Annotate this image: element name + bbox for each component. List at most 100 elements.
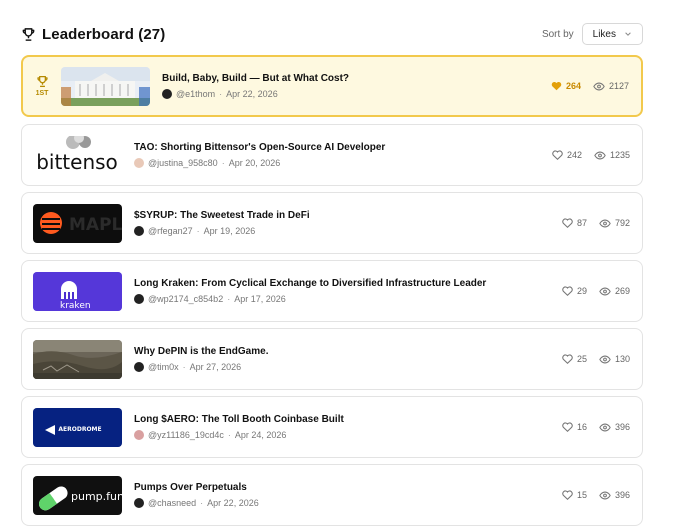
likes-stat[interactable]: 264 xyxy=(551,81,581,91)
views-count: 396 xyxy=(614,422,630,432)
leaderboard-header: Leaderboard (27) Sort by Likes xyxy=(21,22,643,46)
avatar[interactable] xyxy=(134,226,144,236)
chevron-down-icon xyxy=(624,30,632,38)
views-stat: 1235 xyxy=(594,150,630,160)
eye-icon xyxy=(593,82,605,91)
views-stat: 269 xyxy=(599,286,630,296)
thumb-text: kraken xyxy=(60,301,91,311)
likes-stat[interactable]: 25 xyxy=(562,354,587,364)
author-handle[interactable]: @e1thom xyxy=(176,89,215,99)
post-title[interactable]: $SYRUP: The Sweetest Trade in DeFi xyxy=(134,210,562,221)
post-date: Apr 22, 2026 xyxy=(207,498,259,508)
author-handle[interactable]: @chasneed xyxy=(148,498,196,508)
separator-dot: · xyxy=(182,362,186,372)
post-thumbnail: AERODROME xyxy=(33,407,122,447)
likes-stat[interactable]: 16 xyxy=(562,422,587,432)
views-count: 130 xyxy=(614,354,630,364)
post-title[interactable]: Long $AERO: The Toll Booth Coinbase Buil… xyxy=(134,414,562,425)
likes-count: 264 xyxy=(565,81,581,91)
post-thumbnail: kraken xyxy=(33,271,122,311)
sort-control: Sort by Likes xyxy=(542,23,643,45)
views-count: 396 xyxy=(614,490,630,500)
author-handle[interactable]: @tim0x xyxy=(148,362,179,372)
eye-icon xyxy=(599,219,611,228)
views-count: 269 xyxy=(614,286,630,296)
trophy-icon xyxy=(36,75,49,88)
likes-stat[interactable]: 29 xyxy=(562,286,587,296)
post-stats: 29 269 xyxy=(562,286,630,296)
views-count: 2127 xyxy=(608,81,629,91)
post-stats: 25 130 xyxy=(562,354,630,364)
post-title[interactable]: Pumps Over Perpetuals xyxy=(134,482,562,493)
likes-stat[interactable]: 87 xyxy=(562,218,587,228)
post-date: Apr 20, 2026 xyxy=(228,158,281,168)
post-title[interactable]: TAO: Shorting Bittensor's Open-Source AI… xyxy=(134,142,552,153)
avatar[interactable] xyxy=(134,430,144,440)
separator-dot: · xyxy=(200,498,204,508)
post-content: Why DePIN is the EndGame. @tim0x · Apr 2… xyxy=(134,346,562,372)
post-meta: @tim0x · Apr 27, 2026 xyxy=(134,362,562,372)
views-stat: 2127 xyxy=(593,81,629,91)
avatar[interactable] xyxy=(134,498,144,508)
post-title[interactable]: Why DePIN is the EndGame. xyxy=(134,346,562,357)
avatar[interactable] xyxy=(134,362,144,372)
author-handle[interactable]: @yz11186_19cd4c xyxy=(148,430,224,440)
post-stats: 264 2127 xyxy=(551,81,629,91)
likes-stat[interactable]: 242 xyxy=(552,150,582,160)
views-stat: 792 xyxy=(599,218,630,228)
avatar[interactable] xyxy=(134,294,144,304)
post-stats: 16 396 xyxy=(562,422,630,432)
leaderboard-row-2[interactable]: bittenso TAO: Shorting Bittensor's Open-… xyxy=(21,124,643,186)
post-content: Pumps Over Perpetuals @chasneed · Apr 22… xyxy=(134,482,562,508)
leaderboard-row-6[interactable]: AERODROME Long $AERO: The Toll Booth Coi… xyxy=(21,396,643,458)
post-thumbnail: bittenso xyxy=(33,135,122,175)
heart-icon xyxy=(562,218,573,228)
eye-icon xyxy=(599,491,611,500)
thumb-text: AERODROME xyxy=(58,426,101,433)
sort-value: Likes xyxy=(592,28,616,40)
thumb-text: pump.fun xyxy=(71,490,122,503)
leaderboard-row-5[interactable]: Why DePIN is the EndGame. @tim0x · Apr 2… xyxy=(21,328,643,390)
post-stats: 87 792 xyxy=(562,218,630,228)
likes-count: 16 xyxy=(576,422,587,432)
author-handle[interactable]: @justina_958c80 xyxy=(148,158,218,168)
post-meta: @chasneed · Apr 22, 2026 xyxy=(134,498,562,508)
leaderboard-row-3[interactable]: MAPLE $SYRUP: The Sweetest Trade in DeFi… xyxy=(21,192,643,254)
leaderboard-row-1[interactable]: 1ST Build, Baby, Build — But at What Cos… xyxy=(21,55,643,117)
leaderboard-row-4[interactable]: kraken Long Kraken: From Cyclical Exchan… xyxy=(21,260,643,322)
likes-count: 87 xyxy=(576,218,587,228)
trophy-icon xyxy=(21,27,36,42)
heart-icon xyxy=(562,422,573,432)
title-group: Leaderboard (27) xyxy=(21,26,165,43)
post-content: Long $AERO: The Toll Booth Coinbase Buil… xyxy=(134,414,562,440)
sort-dropdown[interactable]: Likes xyxy=(581,23,643,45)
separator-dot: · xyxy=(196,226,200,236)
post-meta: @e1thom · Apr 22, 2026 xyxy=(162,89,551,99)
avatar[interactable] xyxy=(134,158,144,168)
post-thumbnail xyxy=(61,66,150,106)
post-thumbnail: pump.fun xyxy=(33,475,122,515)
likes-count: 25 xyxy=(576,354,587,364)
views-stat: 130 xyxy=(599,354,630,364)
eye-icon xyxy=(599,355,611,364)
eye-icon xyxy=(594,151,606,160)
avatar[interactable] xyxy=(162,89,172,99)
sort-label: Sort by xyxy=(541,28,574,40)
post-date: Apr 19, 2026 xyxy=(203,226,256,236)
likes-stat[interactable]: 15 xyxy=(562,490,587,500)
post-date: Apr 17, 2026 xyxy=(234,294,286,304)
separator-dot: · xyxy=(227,294,231,304)
post-title[interactable]: Long Kraken: From Cyclical Exchange to D… xyxy=(134,278,562,289)
heart-icon xyxy=(562,490,573,500)
eye-icon xyxy=(599,423,611,432)
author-handle[interactable]: @rfegan27 xyxy=(148,226,193,236)
post-date: Apr 22, 2026 xyxy=(226,89,278,99)
leaderboard-row-7[interactable]: pump.fun Pumps Over Perpetuals @chasneed… xyxy=(21,464,643,526)
separator-dot: · xyxy=(219,89,223,99)
views-stat: 396 xyxy=(599,422,630,432)
post-content: Build, Baby, Build — But at What Cost? @… xyxy=(162,73,551,99)
post-date: Apr 27, 2026 xyxy=(189,362,242,372)
author-handle[interactable]: @wp2174_c854b2 xyxy=(148,294,223,304)
views-count: 792 xyxy=(614,218,630,228)
post-title[interactable]: Build, Baby, Build — But at What Cost? xyxy=(162,73,551,84)
